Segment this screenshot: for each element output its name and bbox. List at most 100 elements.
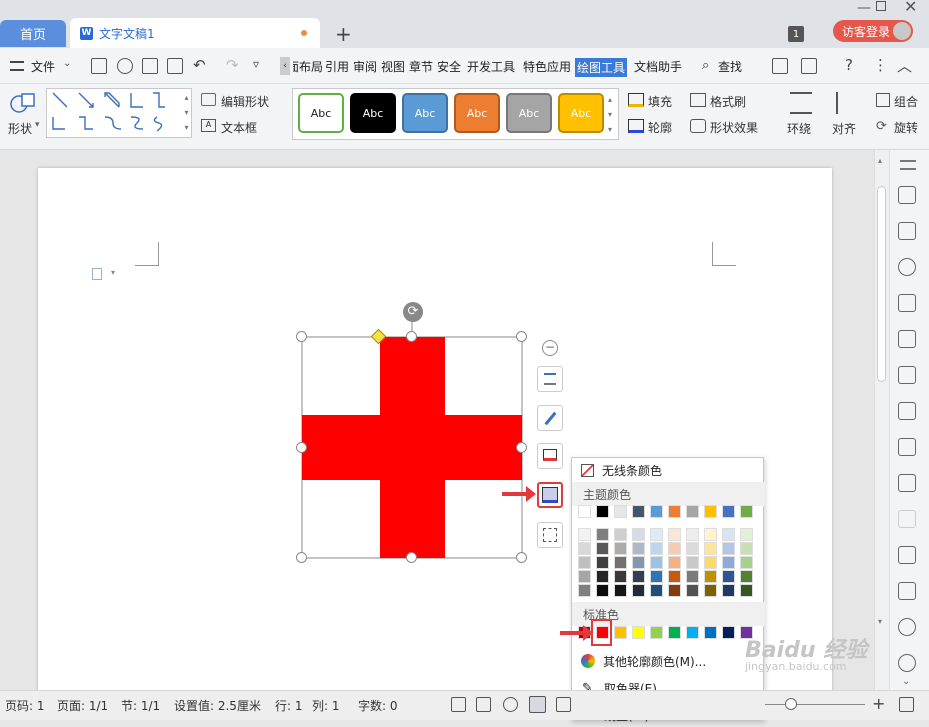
table-icon[interactable] (898, 330, 916, 348)
status-pages[interactable]: 页面: 1/1 (57, 697, 108, 714)
theme-color-swatch[interactable] (596, 505, 609, 518)
fullscreen-icon[interactable] (451, 697, 466, 712)
theme-color-swatch[interactable] (686, 505, 699, 518)
collapse-icon[interactable]: − (542, 340, 558, 356)
textbox-button[interactable]: 文本框 (221, 119, 257, 136)
outline-float-button[interactable] (537, 482, 563, 508)
theme-shade-swatch[interactable] (632, 528, 645, 541)
share-panel-icon[interactable] (898, 474, 916, 492)
shape-style-2[interactable]: Abc (402, 93, 448, 133)
save-icon[interactable] (91, 58, 107, 74)
theme-shade-swatch[interactable] (614, 542, 627, 555)
theme-shade-swatch[interactable] (668, 570, 681, 583)
no-line-color-option[interactable]: 无线条颜色 (572, 458, 765, 482)
status-setting[interactable]: 设置值: 2.5厘米 (174, 697, 261, 714)
theme-shade-swatch[interactable] (722, 570, 735, 583)
theme-shade-swatch[interactable] (686, 542, 699, 555)
edit-icon[interactable] (898, 186, 916, 204)
menu-tab-4[interactable]: 章节 (409, 58, 433, 75)
scroll-left-icon[interactable]: ‹ (280, 57, 290, 75)
status-word-count[interactable]: 字数: 0 (358, 697, 398, 714)
theme-shade-swatch[interactable] (614, 528, 627, 541)
textbox-icon[interactable]: A (201, 119, 216, 132)
quick-access-more-icon[interactable]: ▿ (253, 57, 259, 71)
theme-color-swatch[interactable] (722, 505, 735, 518)
theme-shade-swatch[interactable] (578, 584, 591, 597)
theme-shade-swatch[interactable] (722, 584, 735, 597)
status-section[interactable]: 节: 1/1 (121, 697, 160, 714)
menu-tab-7[interactable]: 特色应用 (523, 58, 571, 75)
fill-float-button[interactable] (537, 443, 563, 469)
resize-handle[interactable] (296, 331, 307, 342)
theme-shade-swatch[interactable] (650, 542, 663, 555)
theme-shade-swatch[interactable] (668, 584, 681, 597)
window-count-badge[interactable]: 1 (788, 26, 804, 42)
shape-style-1[interactable]: Abc (350, 93, 396, 133)
theme-color-swatch[interactable] (740, 505, 753, 518)
undo-icon[interactable]: ↶ (193, 56, 206, 74)
theme-shade-swatch[interactable] (704, 528, 717, 541)
maximize-icon[interactable] (876, 1, 886, 11)
theme-color-swatch[interactable] (632, 505, 645, 518)
print-icon[interactable] (142, 58, 158, 74)
collapse-ribbon-icon[interactable]: ︿ (897, 55, 912, 76)
theme-shade-swatch[interactable] (704, 584, 717, 597)
resize-handle[interactable] (296, 552, 307, 563)
theme-shade-swatch[interactable] (650, 556, 663, 569)
shape-effects-icon[interactable] (690, 119, 706, 133)
menu-hamburger-icon[interactable] (10, 61, 24, 71)
theme-shade-swatch[interactable] (632, 556, 645, 569)
chevron-down-icon[interactable]: ▾ (111, 268, 115, 277)
guest-login-button[interactable]: 访客登录 (833, 20, 913, 42)
paragraph-icon[interactable] (92, 268, 102, 280)
shape-label[interactable]: 形状 (8, 120, 32, 137)
rotate-icon[interactable]: ⟳ (876, 119, 887, 134)
shape-style-0[interactable]: Abc (298, 93, 344, 133)
theme-shade-swatch[interactable] (668, 556, 681, 569)
wrap-icon[interactable] (790, 92, 812, 114)
status-page-number[interactable]: 页码: 1 (5, 697, 45, 714)
chevron-down-icon[interactable]: ⌄ (63, 58, 71, 69)
outline-button[interactable]: 轮廓 (648, 119, 672, 136)
resize-handle[interactable] (296, 442, 307, 453)
write-mode-icon[interactable] (503, 697, 518, 712)
theme-shade-swatch[interactable] (668, 528, 681, 541)
zoom-in-icon[interactable]: + (872, 694, 885, 713)
align-button[interactable]: 对齐 (832, 120, 856, 137)
web-view-icon[interactable] (556, 697, 571, 712)
gallery-icon[interactable] (898, 438, 916, 456)
theme-shade-swatch[interactable] (632, 570, 645, 583)
shape-effects-button[interactable]: 形状效果 (710, 119, 758, 136)
status-row[interactable]: 行: 1 (275, 697, 303, 714)
theme-shade-swatch[interactable] (722, 556, 735, 569)
scroll-up-icon[interactable]: ▴ (878, 156, 882, 165)
image-icon[interactable] (898, 582, 916, 600)
theme-shade-swatch[interactable] (650, 528, 663, 541)
export-pdf-icon[interactable] (117, 58, 133, 74)
theme-color-swatch[interactable] (704, 505, 717, 518)
style-gallery-scroll-icon[interactable]: ▴ ▾ ▾ (608, 92, 612, 137)
theme-color-swatch[interactable] (650, 505, 663, 518)
menu-tab-9[interactable]: 文档助手 (634, 58, 682, 75)
zoom-slider-thumb[interactable] (785, 698, 797, 710)
chevron-down-icon[interactable]: ▾ (35, 120, 40, 130)
rotate-handle-icon[interactable]: ⟳ (403, 302, 423, 322)
theme-shade-swatch[interactable] (614, 556, 627, 569)
sync-icon[interactable] (801, 58, 817, 74)
panel-scroll-down-icon[interactable]: ⌄ (902, 676, 910, 687)
theme-shade-swatch[interactable] (596, 528, 609, 541)
theme-shade-swatch[interactable] (740, 570, 753, 583)
standard-color-swatch[interactable] (668, 626, 681, 639)
close-icon[interactable]: ✕ (904, 0, 917, 16)
apps-icon[interactable] (898, 366, 916, 384)
menu-tab-3[interactable]: 视图 (381, 58, 405, 75)
outline-icon[interactable] (628, 119, 644, 133)
theme-shade-swatch[interactable] (722, 542, 735, 555)
archive-icon[interactable] (898, 546, 916, 564)
status-column[interactable]: 列: 1 (312, 697, 340, 714)
style-brush-button[interactable] (537, 405, 563, 431)
gallery-scroll-icon[interactable]: ▴ ▾ ▾ (181, 90, 192, 135)
menu-search[interactable]: 查找 (718, 58, 742, 75)
menu-tab-8[interactable]: 绘图工具 (575, 58, 628, 77)
align-icon[interactable] (836, 92, 858, 114)
